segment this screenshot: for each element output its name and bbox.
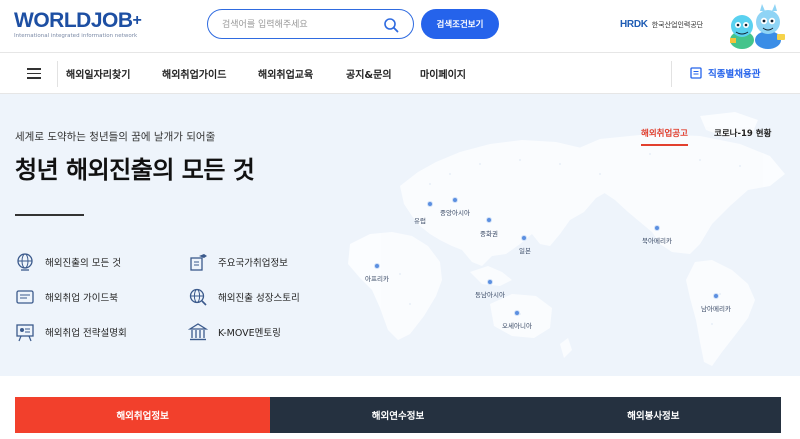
region-south-america[interactable]: 남아메리카 xyxy=(701,303,731,313)
job-fair-link[interactable]: 직종별채용관 xyxy=(690,66,760,80)
tab-overseas-job-posting[interactable]: 해외취업공고 xyxy=(641,127,688,146)
tab-overseas-volunteer-info[interactable]: 해외봉사정보 xyxy=(525,397,781,433)
quick-link-country-info[interactable]: 주요국가취업정보 xyxy=(188,252,288,272)
region-marker[interactable] xyxy=(452,197,458,203)
region-marker[interactable] xyxy=(713,293,719,299)
region-marker[interactable] xyxy=(521,235,527,241)
region-southeast-asia[interactable]: 동남아시아 xyxy=(475,289,505,299)
hero-subtitle: 세계로 도약하는 청년들의 꿈에 날개가 되어줄 xyxy=(15,131,216,143)
quick-link-label: 해외취업 전략설명회 xyxy=(45,328,127,339)
logo-tagline: International integrated information net… xyxy=(14,33,138,39)
nav-divider xyxy=(671,61,672,87)
building-icon xyxy=(188,323,208,341)
nav-divider xyxy=(57,61,58,87)
hrdk-org-name: 한국산업인력공단 xyxy=(651,20,704,29)
region-marker[interactable] xyxy=(654,225,660,231)
quick-link-overseas-all[interactable]: 해외진출의 모든 것 xyxy=(15,252,121,272)
region-oceania[interactable]: 오세아니아 xyxy=(502,320,532,330)
job-fair-label: 직종별채용관 xyxy=(708,69,761,80)
advanced-search-button[interactable]: 검색조건보기 xyxy=(421,9,499,39)
region-central-asia[interactable]: 중앙아시아 xyxy=(440,207,470,217)
mascot-illustration xyxy=(730,4,785,49)
quick-link-label: 해외취업 가이드북 xyxy=(45,293,118,304)
quick-link-growth-story[interactable]: 해외진출 성장스토리 xyxy=(188,287,300,307)
nav-item-overseas-jobs[interactable]: 해외일자리찾기 xyxy=(66,66,130,81)
main-nav: 해외일자리찾기 해외취업가이드 해외취업교육 공지&문의 마이페이지 직종별채용… xyxy=(0,52,800,94)
region-marker[interactable] xyxy=(374,263,380,269)
tab-covid19-status[interactable]: 코로나-19 현황 xyxy=(714,127,771,139)
menu-icon[interactable] xyxy=(27,68,41,79)
quick-link-label: 해외진출 성장스토리 xyxy=(218,293,300,304)
quick-link-guidebook[interactable]: 해외취업 가이드북 xyxy=(15,287,118,307)
globe-search-icon xyxy=(189,288,207,306)
guidebook-icon xyxy=(16,290,34,304)
search-input[interactable] xyxy=(222,16,382,33)
region-africa[interactable]: 아프리카 xyxy=(365,273,389,283)
site-header: WORLDJOB+ International integrated infor… xyxy=(0,0,800,52)
tab-overseas-employment-info[interactable]: 해외취업정보 xyxy=(15,397,271,433)
hrdk-mark: HRDK xyxy=(620,19,648,30)
search-box xyxy=(207,9,414,39)
logo-text: WORLDJOB xyxy=(14,9,133,32)
region-north-america[interactable]: 북아메리카 xyxy=(642,235,672,245)
nav-item-job-education[interactable]: 해외취업교육 xyxy=(258,66,313,81)
quick-link-label: K-MOVE멘토링 xyxy=(218,328,281,339)
nav-item-notice-inquiry[interactable]: 공지&문의 xyxy=(346,66,392,81)
logo-plus: + xyxy=(132,12,142,29)
presentation-icon xyxy=(16,324,34,342)
hero-title: 청년 해외진출의 모든 것 xyxy=(15,156,255,184)
search-icon[interactable] xyxy=(383,17,399,33)
region-marker[interactable] xyxy=(514,310,520,316)
hrdk-logo[interactable]: HRDK 한국산업인력공단 xyxy=(620,19,703,30)
region-europe[interactable]: 유럽 xyxy=(414,215,426,225)
title-underline xyxy=(15,214,84,216)
quick-link-kmove-mentoring[interactable]: K-MOVE멘토링 xyxy=(188,322,281,342)
region-marker[interactable] xyxy=(427,201,433,207)
worldjob-logo[interactable]: WORLDJOB+ International integrated infor… xyxy=(14,10,144,42)
nav-item-job-guide[interactable]: 해외취업가이드 xyxy=(162,66,226,81)
region-marker[interactable] xyxy=(487,279,493,285)
book-cap-icon xyxy=(190,254,207,271)
quick-link-strategy-session[interactable]: 해외취업 전략설명회 xyxy=(15,322,127,342)
region-japan[interactable]: 일본 xyxy=(519,245,531,255)
tab-overseas-training-info[interactable]: 해외연수정보 xyxy=(270,397,526,433)
nav-item-mypage[interactable]: 마이페이지 xyxy=(420,66,466,81)
job-board-icon xyxy=(690,67,702,79)
region-greater-china[interactable]: 중화권 xyxy=(480,228,498,238)
globe-icon xyxy=(17,253,33,271)
region-marker[interactable] xyxy=(486,217,492,223)
quick-link-label: 주요국가취업정보 xyxy=(218,258,288,269)
info-tabs: 해외취업정보 해외연수정보 해외봉사정보 xyxy=(15,397,781,433)
quick-link-label: 해외진출의 모든 것 xyxy=(45,258,121,269)
hero-section: 세계로 도약하는 청년들의 꿈에 날개가 되어줄 청년 해외진출의 모든 것 해… xyxy=(0,94,800,376)
